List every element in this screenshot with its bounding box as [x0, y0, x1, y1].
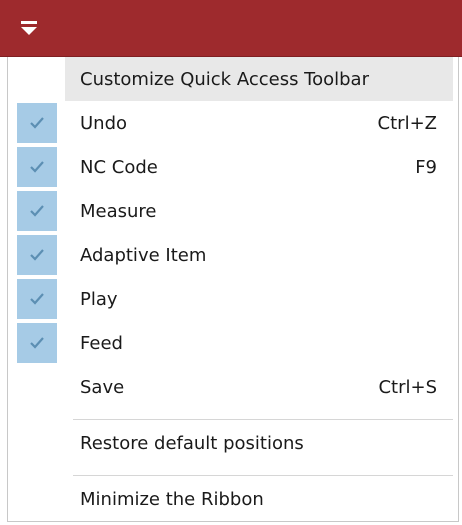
menu-separator: [73, 419, 453, 420]
menu-item-label: NC Code: [80, 156, 158, 178]
menu-item-feed[interactable]: Feed: [8, 321, 453, 365]
menu-item-label: Measure: [80, 200, 157, 222]
check-box: [16, 279, 57, 319]
menu-item-play[interactable]: Play: [8, 277, 453, 321]
menu-item-label: Play: [80, 288, 118, 310]
checkmark-icon: [29, 205, 44, 217]
menu-item-shortcut: F9: [415, 156, 437, 178]
minimize-ribbon[interactable]: Minimize the Ribbon: [8, 477, 453, 521]
check-cell: [8, 277, 65, 321]
restore-default-positions[interactable]: Restore default positions: [8, 421, 453, 465]
check-cell: [8, 365, 65, 409]
check-cell: [8, 145, 65, 189]
check-cell: [8, 321, 65, 365]
checkmark-icon: [29, 337, 44, 349]
check-cell: [8, 101, 65, 145]
menu-header: Customize Quick Access Toolbar: [65, 57, 453, 101]
checkmark-icon: [29, 293, 44, 305]
customize-qat-menu: Customize Quick Access Toolbar Undo Ctrl…: [7, 57, 459, 522]
menu-item-shortcut: Ctrl+S: [378, 376, 437, 398]
check-cell: [8, 189, 65, 233]
customize-qat-button[interactable]: [0, 0, 57, 56]
menu-item-nc-code[interactable]: NC Code F9: [8, 145, 453, 189]
menu-item-adaptive-item[interactable]: Adaptive Item: [8, 233, 453, 277]
menu-item-label: Adaptive Item: [80, 244, 207, 266]
menu-item-measure[interactable]: Measure: [8, 189, 453, 233]
menu-separator: [73, 475, 453, 476]
title-bar: [0, 0, 462, 57]
customize-qat-screen: Customize Quick Access Toolbar Undo Ctrl…: [0, 0, 462, 525]
check-box: [16, 103, 57, 143]
check-box: [16, 323, 57, 363]
menu-item-label: Feed: [80, 332, 123, 354]
check-box: [16, 191, 57, 231]
menu-item-label: Undo: [80, 112, 128, 134]
menu-item-shortcut: Ctrl+Z: [377, 112, 437, 134]
menu-item-undo[interactable]: Undo Ctrl+Z: [8, 101, 453, 145]
checkmark-icon: [29, 161, 44, 173]
check-box: [16, 235, 57, 275]
check-cell: [8, 233, 65, 277]
check-box: [16, 147, 57, 187]
menu-item-save[interactable]: Save Ctrl+S: [8, 365, 453, 409]
customize-dropdown-icon: [20, 21, 37, 35]
menu-item-label: Save: [80, 376, 125, 398]
checkmark-icon: [29, 117, 44, 129]
checkmark-icon: [29, 249, 44, 261]
